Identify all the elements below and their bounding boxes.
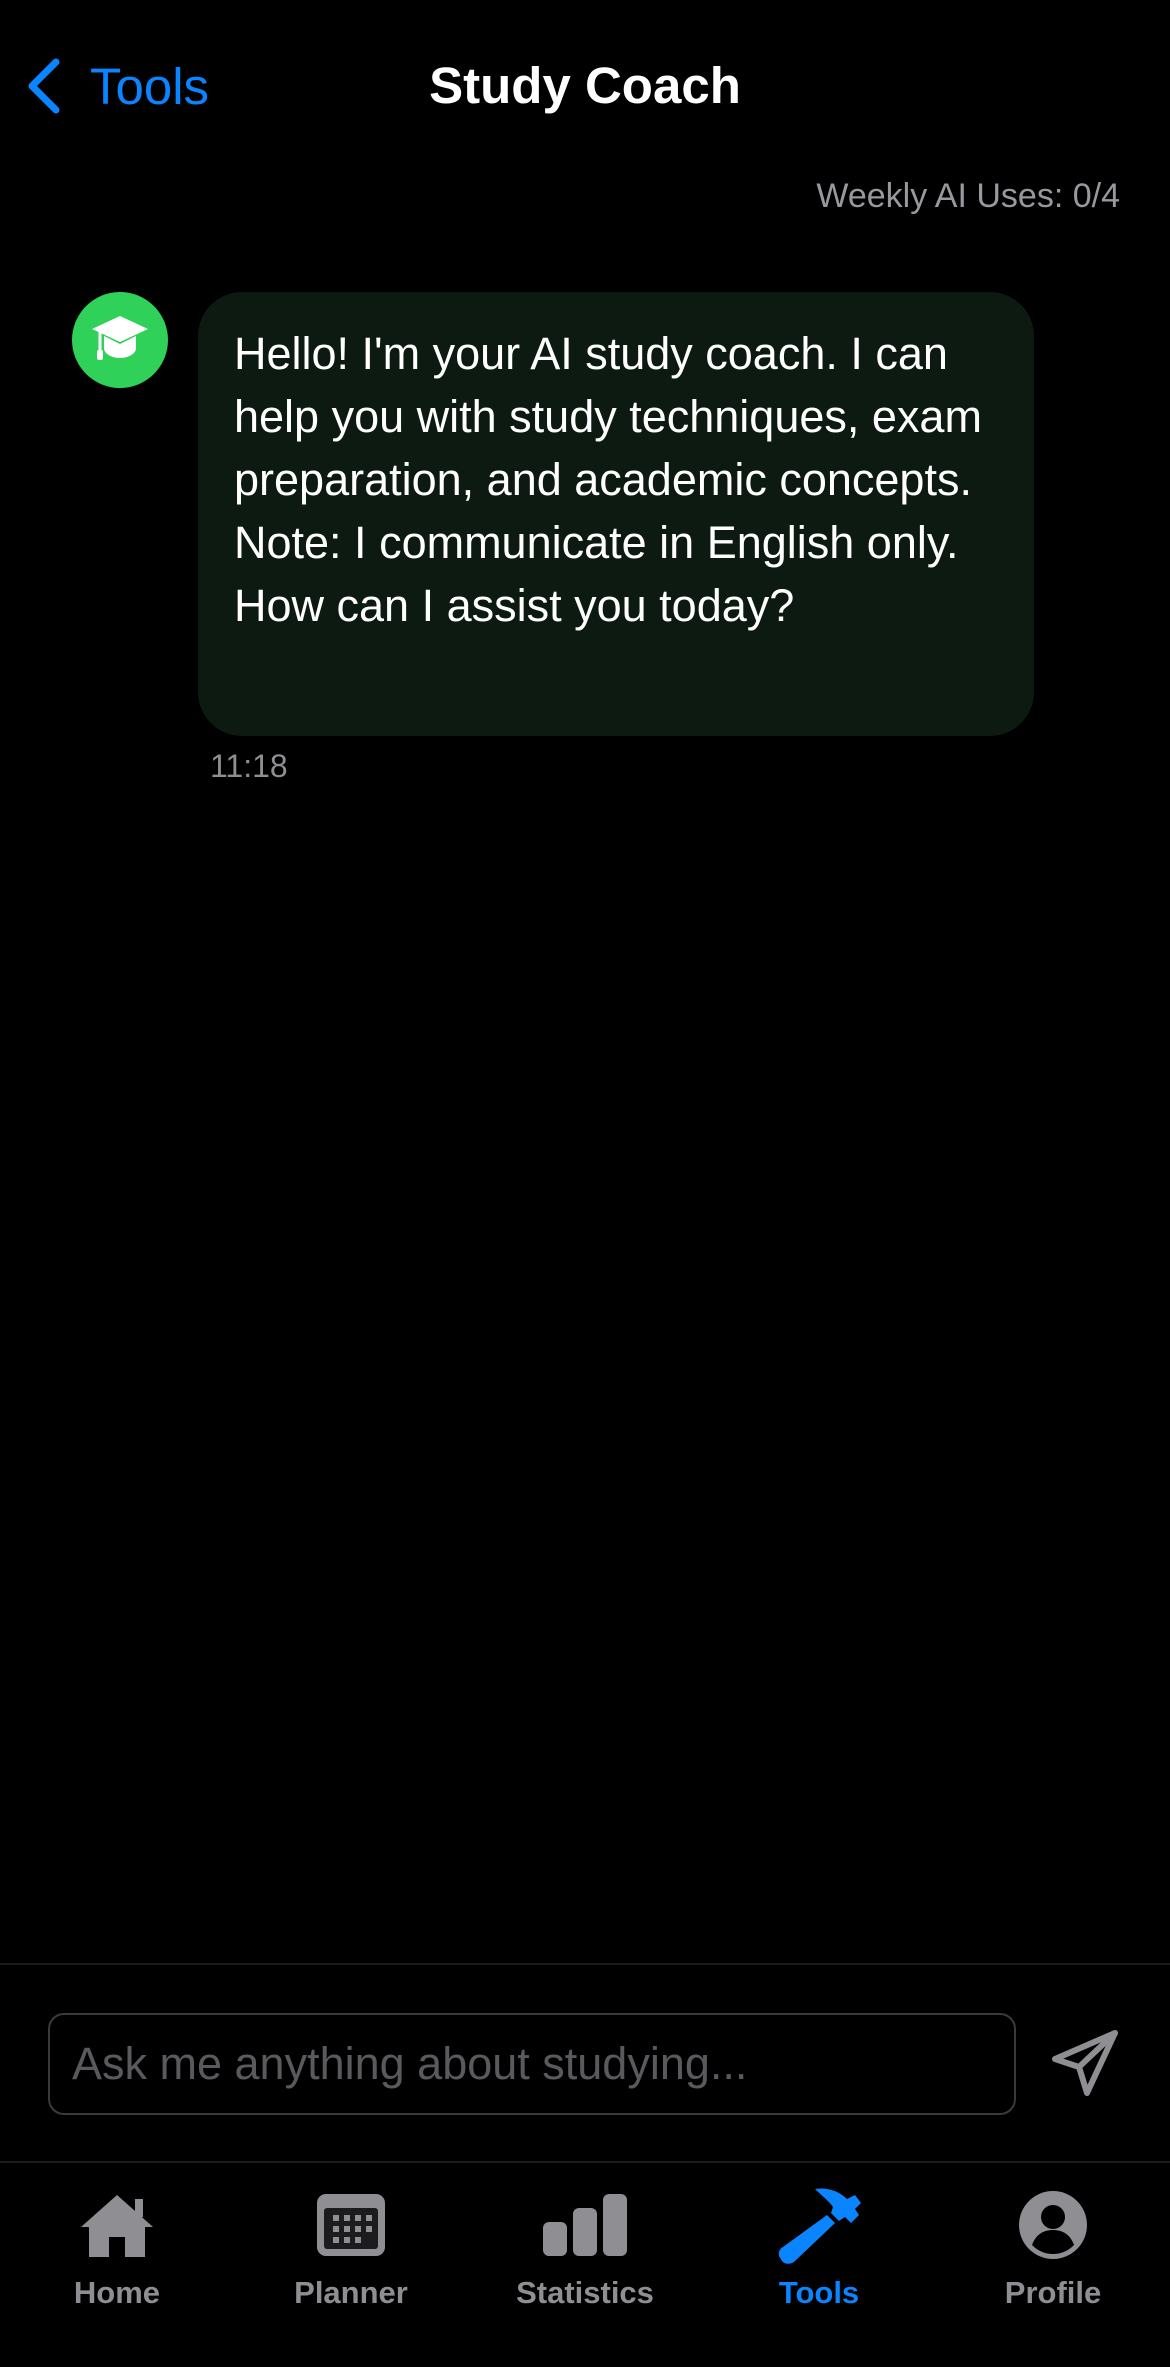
page-title: Study Coach <box>429 57 741 114</box>
tab-profile[interactable]: Profile <box>936 2163 1170 2367</box>
coach-message-bubble: Hello! I'm your AI study coach. I can he… <box>198 292 1034 736</box>
house-icon <box>72 2185 162 2265</box>
tab-statistics[interactable]: Statistics <box>468 2163 702 2367</box>
coach-avatar <box>72 292 168 388</box>
message-timestamp: 11:18 <box>210 748 288 784</box>
weekly-usage-counter: Weekly AI Uses: 0/4 <box>816 177 1120 215</box>
person-circle-icon <box>1008 2185 1098 2265</box>
tab-label: Tools <box>778 2275 860 2310</box>
input-divider <box>0 1963 1170 1965</box>
tab-home[interactable]: Home <box>0 2163 234 2367</box>
tab-label: Planner <box>294 2275 408 2310</box>
tab-label: Statistics <box>516 2275 654 2310</box>
graduation-cap-icon <box>88 306 152 375</box>
navigation-bar: Tools Study Coach <box>0 0 1170 175</box>
tab-bar: Home Planner Statistics Tools Profile <box>0 2163 1170 2367</box>
tab-label: Profile <box>1004 2275 1102 2310</box>
tab-tools[interactable]: Tools <box>702 2163 936 2367</box>
tab-label: Home <box>73 2275 161 2310</box>
calendar-icon <box>306 2185 396 2265</box>
send-button[interactable] <box>1040 2020 1130 2110</box>
tab-planner[interactable]: Planner <box>234 2163 468 2367</box>
chat-input[interactable] <box>48 2013 1016 2115</box>
hammer-icon <box>774 2185 864 2265</box>
bar-chart-icon <box>540 2185 630 2265</box>
paper-plane-icon <box>1049 2027 1121 2104</box>
